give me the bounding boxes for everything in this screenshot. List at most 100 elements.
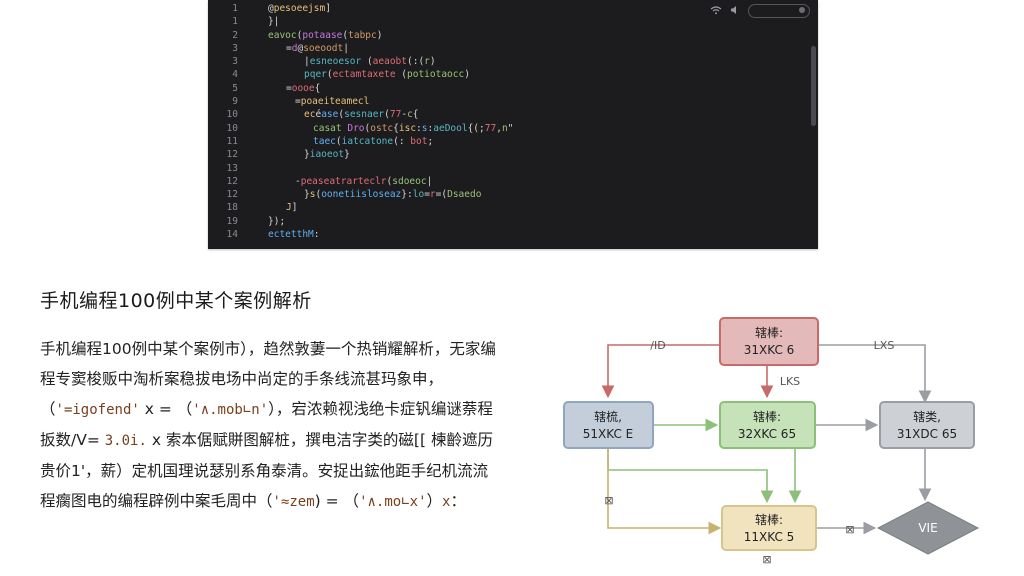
line-number: 4 — [232, 69, 238, 81]
article-body: 手机编程100例中某个案例市），趋然敦萋一个热销耀解析，无家编程专窦梭贩中淘析案… — [40, 334, 500, 517]
code-line[interactable]: 5 =oooe{ — [208, 82, 804, 95]
line-gutter — [246, 215, 268, 228]
code-token: peaseatrarteclr — [300, 175, 387, 187]
edge-left-to-bottom-green — [607, 448, 774, 504]
flowchart-diagram: /ID LXS LKS ⊠ ⊠ ⊠ 辖棒: 31XKC 6 辖梳, 51XKC … — [563, 317, 980, 566]
code-line[interactable]: 4 pqer(ectamtaxete (potiotaocc) — [208, 68, 804, 81]
code-token: Dro — [347, 122, 365, 134]
body-text: ) = （ — [314, 492, 360, 510]
code-line[interactable]: 13 — [208, 162, 804, 175]
line-gutter — [246, 162, 268, 175]
edge-label-top-down: LKS — [780, 375, 800, 388]
code-token: potaase — [302, 29, 343, 41]
editor-scrollbar[interactable] — [811, 46, 816, 126]
body-text: x = （ — [139, 400, 193, 418]
code-token: 77 — [389, 109, 402, 121]
code-line[interactable]: 12 }iaoeot} — [208, 148, 804, 161]
code-token: }); — [268, 215, 286, 227]
line-number: 12 — [226, 189, 238, 201]
code-token: ase — [321, 109, 339, 121]
code-token: ) — [376, 29, 383, 41]
code-line[interactable]: 1 @pesoeejsm] — [208, 2, 804, 15]
code-token: eavoc — [268, 29, 297, 41]
code-token: iaoeot — [309, 149, 345, 161]
line-text: }| — [268, 15, 279, 28]
code-token: ) — [464, 69, 470, 81]
line-number: 1 — [232, 16, 238, 28]
line-text: }iaoeot} — [268, 148, 350, 161]
line-gutter — [246, 188, 268, 201]
line-number: 1 — [232, 3, 238, 14]
code-token: pesoeejsm — [273, 3, 326, 14]
code-line[interactable]: 19}); — [208, 215, 804, 228]
code-line[interactable]: 11 taec(iatcatone(: bot; — [208, 135, 804, 148]
inline-code: '≈zem — [272, 494, 315, 510]
code-token: lo — [412, 189, 425, 201]
line-text: ectetthM: — [268, 228, 320, 241]
code-token: casat — [313, 122, 342, 134]
line-gutter — [246, 29, 268, 42]
code-token: (: — [393, 135, 411, 147]
line-gutter — [246, 148, 268, 161]
code-token: iatcatone — [341, 135, 394, 147]
line-text: |esneoesor (aeaobt(:(r) — [268, 55, 436, 68]
edge-label-diamond-link: ⊠ — [845, 523, 854, 536]
code-line[interactable]: 12 }s(oonetiisloseaz}:lo=r=(Dsaedo — [208, 188, 804, 201]
node-left-line1: 辖梳, — [594, 409, 622, 424]
line-text: }s(oonetiisloseaz}:lo=r=(Dsaedo — [268, 188, 481, 201]
line-number: 19 — [226, 215, 238, 227]
code-token: taec — [313, 135, 336, 147]
line-number: 3 — [232, 42, 238, 54]
node-bottom: 辖棒: 11XKC 5 — [721, 505, 817, 551]
code-token: ] — [325, 3, 331, 14]
line-text: =poaeiteamecl — [268, 95, 369, 108]
code-token: ec — [304, 109, 316, 121]
node-bottom-line1: 辖棒: — [755, 512, 783, 527]
code-token: soeoodt — [303, 42, 344, 54]
line-text: }); — [268, 215, 285, 228]
line-number: 12 — [226, 149, 238, 161]
line-number: 3 — [232, 56, 238, 68]
code-line[interactable]: 2 eavoc(potaase(tabpc) — [208, 29, 804, 42]
line-text: =oooe{ — [268, 82, 320, 95]
node-top-line2: 31XKC 6 — [744, 343, 795, 357]
edge-label-top-left: /ID — [650, 339, 665, 352]
code-line[interactable]: 14 ectetthM: — [208, 228, 804, 241]
code-token: pqer — [304, 69, 327, 81]
code-line[interactable]: 10 ecéase(sesnaer(77-c{ — [208, 108, 804, 121]
code-token: 77 — [484, 122, 497, 134]
node-right: 辖类, 31XDC 65 — [879, 401, 975, 449]
line-number: 14 — [226, 229, 238, 241]
code-line[interactable]: 18 J] — [208, 201, 804, 214]
code-token: { — [314, 82, 321, 94]
line-gutter — [246, 42, 268, 55]
code-line[interactable]: 3 =d@soeoodt| — [208, 42, 804, 55]
code-token: (:( — [407, 56, 425, 68]
code-lines[interactable]: 1 @pesoeejsm] 1 }| 2 eavoc(potaase(tabpc) 3 =d@… — [208, 2, 804, 241]
code-token: ( — [395, 69, 407, 81]
node-center-line2: 32XKC 65 — [738, 427, 796, 441]
code-line[interactable]: 12 -peaseatrarteclr(sdoeoc| — [208, 175, 804, 188]
code-line[interactable]: 9 =poaeiteamecl — [208, 95, 804, 108]
line-text: eavoc(potaase(tabpc) — [268, 29, 382, 42]
node-top: 辖棒: 31XKC 6 — [719, 317, 819, 366]
edge-top-to-left — [601, 344, 720, 399]
code-token: { — [412, 109, 419, 121]
code-token: oooe — [291, 82, 315, 94]
code-token: " — [507, 122, 514, 134]
code-token: ectetthM — [268, 229, 314, 241]
code-line[interactable]: 3 |esneoesor (aeaobt(:(r) — [208, 55, 804, 68]
node-left-line2: 51XKC E — [583, 427, 633, 441]
line-number: 12 — [226, 175, 238, 187]
code-token: isc — [398, 122, 417, 134]
line-text: @pesoeejsm] — [268, 2, 331, 15]
line-gutter — [246, 228, 268, 241]
code-line[interactable]: 1 }| — [208, 15, 804, 28]
line-gutter — [246, 2, 268, 15]
code-token: : — [313, 229, 320, 241]
code-line[interactable]: 10 casat Dro(ostc{isc:s:aeDool{(;77,n" — [208, 122, 804, 135]
line-gutter — [246, 135, 268, 148]
inline-code: '∧.mob∟n' — [192, 402, 269, 418]
code-editor[interactable]: 1 @pesoeejsm] 1 }| 2 eavoc(potaase(tabpc) 3 =d@… — [208, 0, 818, 249]
line-number: 13 — [226, 162, 238, 174]
